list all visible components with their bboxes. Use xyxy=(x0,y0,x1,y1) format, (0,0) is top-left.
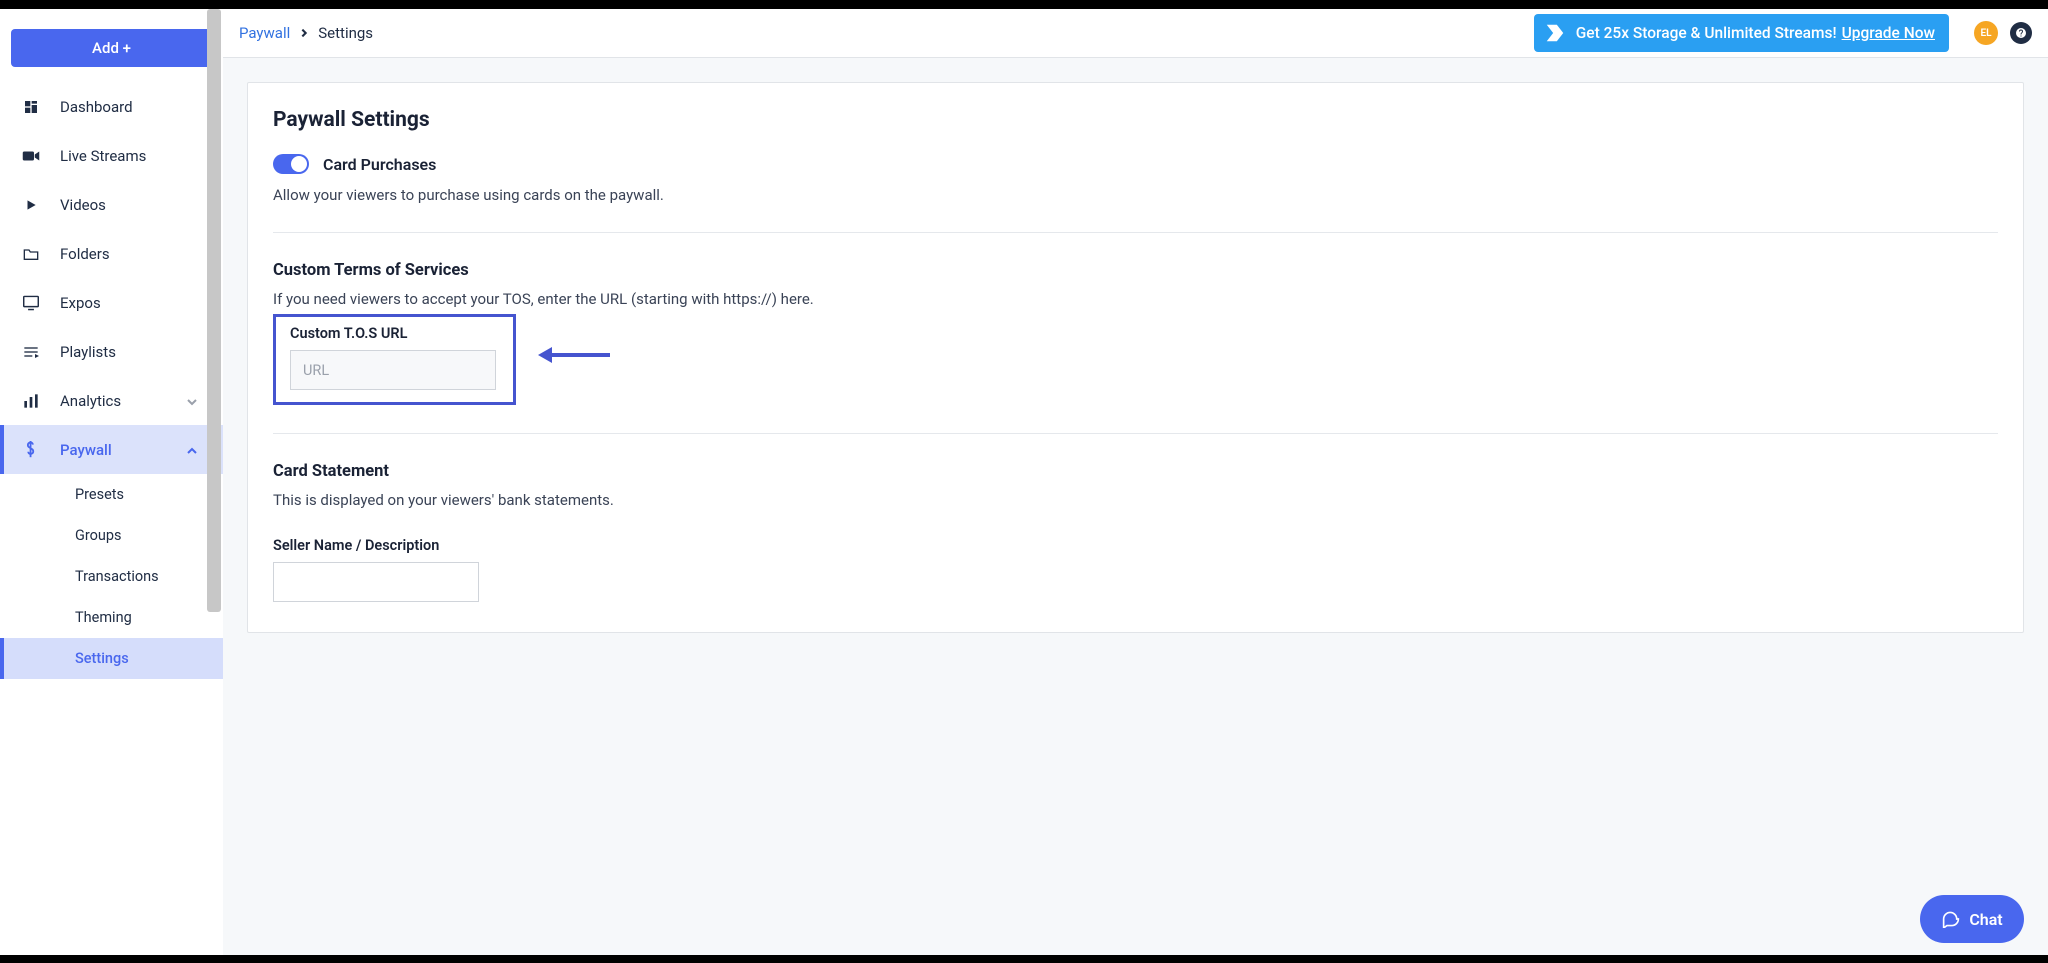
sidebar-item-label: Folders xyxy=(60,245,110,263)
help-button[interactable] xyxy=(2010,22,2032,44)
bar-chart-icon xyxy=(22,392,40,410)
statement-section-title: Card Statement xyxy=(273,462,1998,481)
promo-cta: Upgrade Now xyxy=(1842,24,1935,42)
dashboard-icon xyxy=(22,98,40,116)
chat-icon xyxy=(1941,910,1961,928)
sidebar-item-label: Live Streams xyxy=(60,147,146,165)
tos-section-desc: If you need viewers to accept your TOS, … xyxy=(273,290,1998,308)
settings-card: Paywall Settings Card Purchases Allow yo… xyxy=(247,82,2024,633)
page-title: Paywall Settings xyxy=(273,108,1998,132)
sidebar-item-dashboard[interactable]: Dashboard xyxy=(0,82,223,131)
promo-text: Get 25x Storage & Unlimited Streams! xyxy=(1576,24,1837,42)
tos-url-label: Custom T.O.S URL xyxy=(290,325,499,342)
sidebar-item-label: Analytics xyxy=(60,392,121,410)
sidebar-item-label: Expos xyxy=(60,294,101,312)
sidebar-sub-label: Settings xyxy=(75,650,129,667)
sidebar-item-folders[interactable]: Folders xyxy=(0,229,223,278)
sidebar-sub-groups[interactable]: Groups xyxy=(0,515,223,556)
sidebar-sub-label: Theming xyxy=(75,609,132,626)
seller-name-input[interactable] xyxy=(273,562,479,602)
card-purchases-toggle[interactable] xyxy=(273,154,309,174)
sidebar-item-playlists[interactable]: Playlists xyxy=(0,327,223,376)
card-purchases-label: Card Purchases xyxy=(323,155,436,174)
card-purchases-desc: Allow your viewers to purchase using car… xyxy=(273,186,1998,204)
sidebar-item-analytics[interactable]: Analytics xyxy=(0,376,223,425)
statement-section-desc: This is displayed on your viewers' bank … xyxy=(273,491,1998,509)
sidebar-item-videos[interactable]: Videos xyxy=(0,180,223,229)
camera-icon xyxy=(22,147,40,165)
playlist-icon xyxy=(22,343,40,361)
tos-highlight-box: Custom T.O.S URL xyxy=(273,314,516,405)
play-icon xyxy=(22,196,40,214)
seller-name-label: Seller Name / Description xyxy=(273,537,1998,554)
sidebar-sub-presets[interactable]: Presets xyxy=(0,474,223,515)
sidebar-sub-settings[interactable]: Settings xyxy=(0,638,223,679)
tos-url-input[interactable] xyxy=(290,350,496,390)
dollar-icon xyxy=(22,441,40,459)
sidebar-item-label: Dashboard xyxy=(60,98,133,116)
topbar: Paywall Settings Get 25x Storage & Unlim… xyxy=(223,9,2048,58)
avatar[interactable]: EL xyxy=(1974,21,1998,45)
sidebar-item-label: Videos xyxy=(60,196,106,214)
sidebar-item-label: Paywall xyxy=(60,441,112,459)
breadcrumb: Paywall Settings xyxy=(239,24,373,42)
sidebar-sub-label: Presets xyxy=(75,486,124,503)
chevron-right-icon xyxy=(300,24,308,42)
monitor-icon xyxy=(22,294,40,312)
chevron-up-icon xyxy=(186,441,198,459)
annotation-arrow-icon xyxy=(536,343,611,367)
sidebar-sub-label: Groups xyxy=(75,527,122,544)
promo-arrow-icon xyxy=(1544,22,1566,44)
breadcrumb-root[interactable]: Paywall xyxy=(239,24,290,42)
promo-banner[interactable]: Get 25x Storage & Unlimited Streams! Upg… xyxy=(1534,14,1949,52)
sidebar-item-paywall[interactable]: Paywall xyxy=(0,425,223,474)
sidebar-sub-theming[interactable]: Theming xyxy=(0,597,223,638)
folder-icon xyxy=(22,245,40,263)
add-button[interactable]: Add + xyxy=(11,29,212,67)
breadcrumb-current: Settings xyxy=(318,24,373,42)
chat-button[interactable]: Chat xyxy=(1920,895,2024,943)
tos-section-title: Custom Terms of Services xyxy=(273,261,1998,280)
sidebar-scrollbar[interactable] xyxy=(207,9,223,955)
chat-label: Chat xyxy=(1969,910,2002,929)
sidebar-item-label: Playlists xyxy=(60,343,116,361)
sidebar-item-expos[interactable]: Expos xyxy=(0,278,223,327)
chevron-down-icon xyxy=(186,392,198,410)
sidebar-sub-label: Transactions xyxy=(75,568,159,585)
sidebar-item-live-streams[interactable]: Live Streams xyxy=(0,131,223,180)
sidebar-sub-transactions[interactable]: Transactions xyxy=(0,556,223,597)
sidebar: Add + Dashboard Live Streams Videos Fold… xyxy=(0,9,223,955)
